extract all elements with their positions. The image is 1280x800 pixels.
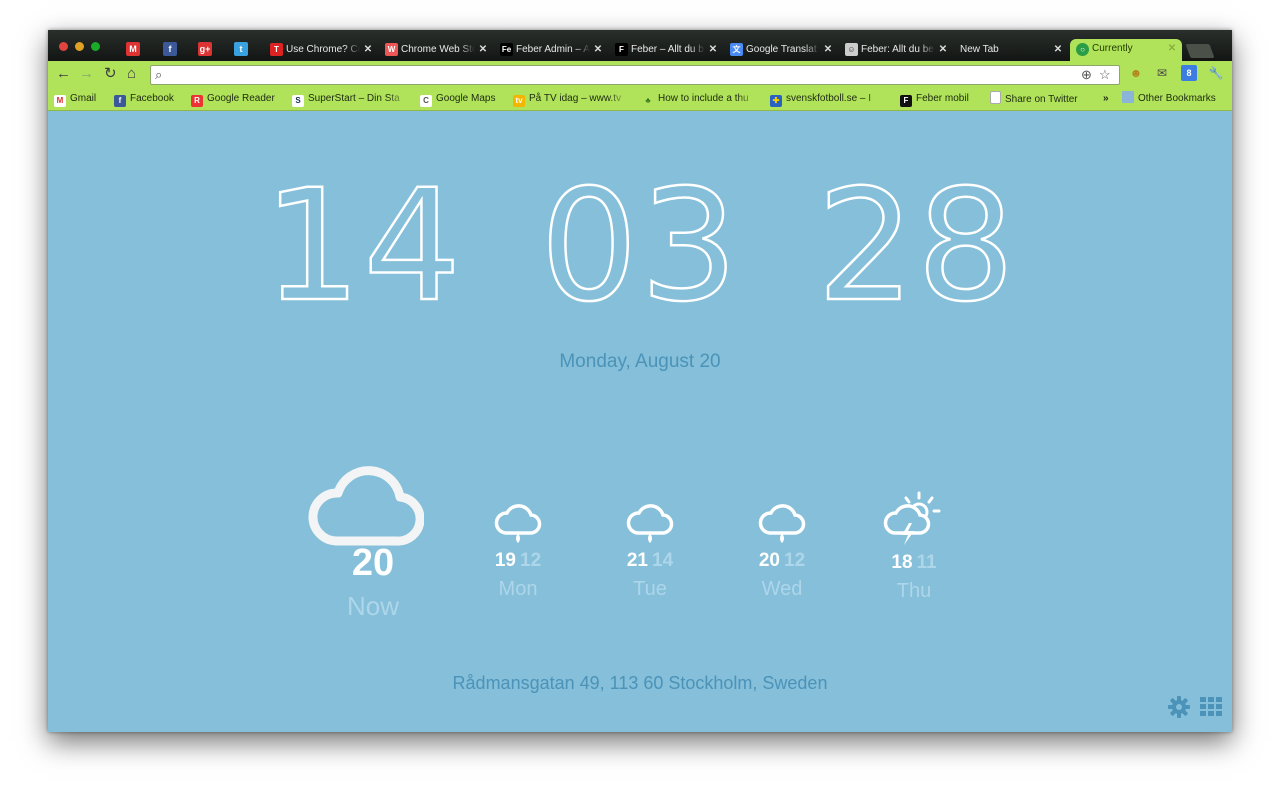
bookmark-svenskfotboll[interactable]: ✚ svenskfotboll.se – I bbox=[770, 91, 886, 107]
thunderstorm-sun-icon bbox=[883, 491, 941, 545]
window-close-button[interactable] bbox=[59, 42, 68, 51]
google-reader-icon: R bbox=[191, 95, 203, 107]
tab-close-icon[interactable]: ✕ bbox=[937, 40, 949, 60]
tab-strip: M f g+ t T Use Chrome? Cu ✕ W Chrome Web… bbox=[48, 30, 1232, 61]
page-icon bbox=[990, 91, 1001, 104]
facebook-icon: f bbox=[168, 44, 172, 54]
bookmark-share-on-twitter[interactable]: Share on Twitter bbox=[990, 91, 1090, 107]
reload-icon[interactable]: ↻ bbox=[104, 65, 117, 83]
omnibox[interactable]: ⌕ ⊕ ☆ bbox=[150, 65, 1120, 86]
tab-feber-allt-2[interactable]: ☺ Feber: Allt du be ✕ bbox=[845, 40, 949, 60]
bookmark-google-maps[interactable]: C Google Maps bbox=[420, 91, 502, 107]
window-minimize-button[interactable] bbox=[75, 42, 84, 51]
apps-grid-icon[interactable] bbox=[1200, 697, 1222, 717]
clock-hours: 14 bbox=[262, 157, 464, 336]
tab-currently[interactable]: ○ Currently ✕ bbox=[1070, 39, 1182, 61]
bookmark-how-to-include[interactable]: ♣ How to include a thu bbox=[642, 91, 758, 107]
mail-checker-icon[interactable]: ✉ bbox=[1154, 65, 1170, 81]
bookmark-facebook[interactable]: f Facebook bbox=[114, 91, 186, 107]
browser-window: M f g+ t T Use Chrome? Cu ✕ W Chrome Web… bbox=[48, 30, 1232, 732]
bookmark-superstart[interactable]: S SuperStart – Din Sta bbox=[292, 91, 408, 107]
toolbar: ← → ↻ ⌂ ⌕ ⊕ ☆ ☻ ✉ 8 🔧 bbox=[48, 61, 1232, 88]
forecast-wed: 20 12 Wed bbox=[742, 503, 822, 601]
forward-arrow-icon[interactable]: → bbox=[79, 65, 94, 83]
f-icon: F bbox=[615, 43, 628, 56]
pinned-tab-google-plus[interactable]: g+ bbox=[198, 42, 212, 56]
twitter-icon: t bbox=[239, 44, 243, 54]
pinned-tab-facebook[interactable]: f bbox=[163, 42, 177, 56]
clock: 14 03 28 bbox=[48, 157, 1232, 336]
tab-close-icon[interactable]: ✕ bbox=[592, 40, 604, 60]
reddit-icon: ☺ bbox=[845, 43, 858, 56]
other-bookmarks-folder[interactable]: Other Bookmarks bbox=[1122, 91, 1228, 107]
new-tab-content: 14 03 28 Monday, August 20 20 Now 19 12 M… bbox=[48, 111, 1232, 732]
current-temperature: 20 bbox=[351, 542, 395, 584]
tab-close-icon[interactable]: ✕ bbox=[822, 40, 834, 60]
forecast-thu: 18 11 Thu bbox=[874, 489, 954, 603]
back-arrow-icon[interactable]: ← bbox=[56, 65, 71, 83]
extension-monkey-icon[interactable]: ☻ bbox=[1128, 65, 1144, 81]
forecast-mon: 19 12 Mon bbox=[478, 503, 558, 601]
folder-icon bbox=[1122, 91, 1134, 103]
forecast-tue: 21 14 Tue bbox=[610, 503, 690, 601]
clock-minutes: 03 bbox=[539, 157, 740, 336]
tab-close-icon[interactable]: ✕ bbox=[707, 40, 719, 60]
gmail-icon: M bbox=[129, 44, 137, 54]
tmo-icon: T bbox=[270, 43, 283, 56]
tab-close-icon[interactable]: ✕ bbox=[1166, 39, 1178, 59]
rain-cloud-icon bbox=[626, 504, 674, 543]
tab-close-icon[interactable]: ✕ bbox=[362, 40, 374, 60]
maps-icon: C bbox=[420, 95, 432, 107]
tab-use-chrome[interactable]: T Use Chrome? Cu ✕ bbox=[270, 40, 374, 60]
date-label: Monday, August 20 bbox=[559, 351, 721, 372]
rain-cloud-icon bbox=[758, 504, 806, 543]
bookmark-star-icon[interactable]: ☆ bbox=[1099, 67, 1111, 83]
tab-google-translate[interactable]: 文 Google Translat ✕ bbox=[730, 40, 834, 60]
wrench-icon[interactable]: 🔧 bbox=[1208, 65, 1224, 81]
home-icon[interactable]: ⌂ bbox=[127, 65, 136, 83]
tab-feber-admin[interactable]: Fe Feber Admin – A ✕ bbox=[500, 40, 604, 60]
new-tab-button[interactable] bbox=[1185, 44, 1215, 58]
tab-close-icon[interactable]: ✕ bbox=[477, 40, 489, 60]
bookmark-feber-mobil[interactable]: F Feber mobil bbox=[900, 91, 980, 107]
rain-cloud-icon bbox=[494, 504, 542, 543]
bookmarks-bar: M Gmail f Facebook R Google Reader S SuperSt… bbox=[48, 88, 1232, 111]
current-label: Now bbox=[346, 591, 399, 621]
tab-new-tab[interactable]: New Tab ✕ bbox=[960, 40, 1064, 60]
facebook-icon: f bbox=[114, 95, 126, 107]
tab-close-icon[interactable]: ✕ bbox=[1052, 40, 1064, 60]
bookmark-google-reader[interactable]: R Google Reader bbox=[191, 91, 283, 107]
window-maximize-button[interactable] bbox=[91, 42, 100, 51]
google-plus-icon: g+ bbox=[199, 44, 211, 54]
tab-chrome-web-store[interactable]: W Chrome Web Sto ✕ bbox=[385, 40, 489, 60]
pinned-tab-twitter[interactable]: t bbox=[234, 42, 248, 56]
svenskfotboll-icon: ✚ bbox=[770, 95, 782, 107]
cactus-icon: ♣ bbox=[645, 96, 651, 105]
bookmarks-overflow-chevron[interactable]: » bbox=[1103, 91, 1115, 107]
gmail-icon: M bbox=[54, 95, 66, 107]
bookmark-pa-tv-idag[interactable]: tv På TV idag – www.tv bbox=[513, 91, 629, 107]
tab-feber-allt[interactable]: F Feber – Allt du b ✕ bbox=[615, 40, 719, 60]
superstart-icon: S bbox=[292, 95, 304, 107]
gear-icon[interactable] bbox=[1168, 696, 1190, 718]
webstore-icon: W bbox=[385, 43, 398, 56]
clock-seconds: 28 bbox=[816, 157, 1017, 336]
calendar-badge-icon[interactable]: 8 bbox=[1181, 65, 1197, 81]
address-input[interactable] bbox=[171, 66, 1075, 86]
currently-icon: ○ bbox=[1076, 43, 1089, 56]
translate-icon: 文 bbox=[730, 43, 743, 56]
pinned-tab-gmail[interactable]: M bbox=[126, 42, 140, 56]
tv-icon: tv bbox=[513, 95, 525, 107]
cloud-icon bbox=[308, 466, 424, 546]
location-address: Rådmansgatan 49, 113 60 Stockholm, Swede… bbox=[452, 673, 828, 693]
search-icon: ⌕ bbox=[155, 67, 163, 82]
f-icon: F bbox=[900, 95, 912, 107]
crosshair-icon[interactable]: ⊕ bbox=[1081, 67, 1092, 83]
bookmark-gmail[interactable]: M Gmail bbox=[54, 91, 110, 107]
fe-icon: Fe bbox=[500, 43, 513, 56]
